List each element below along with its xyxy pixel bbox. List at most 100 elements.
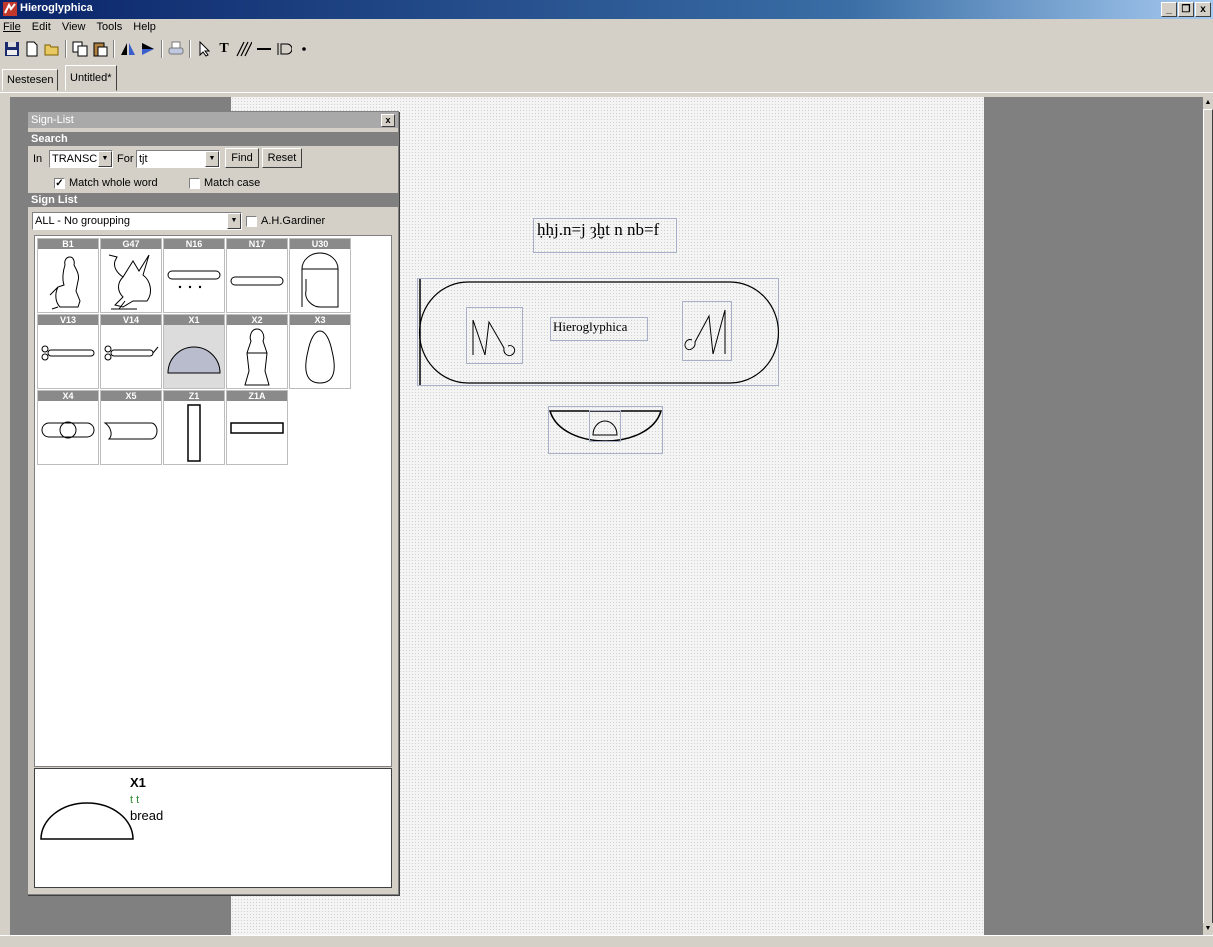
menu-view[interactable]: View xyxy=(58,19,90,33)
title-bar: Hieroglyphica _ ❐ x xyxy=(0,0,1213,19)
line-tool-icon xyxy=(257,48,271,50)
pointer-icon xyxy=(199,41,211,57)
toolbar: T xyxy=(0,36,1213,62)
sign-code: X3 xyxy=(290,315,350,325)
sign-cell-z1[interactable]: Z1 xyxy=(163,390,225,465)
cartouche-label: Hieroglyphica xyxy=(553,319,628,334)
menu-tools[interactable]: Tools xyxy=(93,19,127,33)
sign-code: Z1 xyxy=(164,391,224,401)
hatch-tool-button[interactable] xyxy=(234,39,254,59)
sign-cell-g47[interactable]: G47 xyxy=(100,238,162,313)
document-tabs: Nestesen Untitled* xyxy=(0,62,1213,93)
sign-cell-x4[interactable]: X4 xyxy=(37,390,99,465)
sign-cell-x3[interactable]: X3 xyxy=(289,314,351,389)
hieroglyph-u30-icon xyxy=(301,252,339,308)
open-button[interactable] xyxy=(42,39,62,59)
copy-button[interactable] xyxy=(70,39,90,59)
close-button[interactable]: x xyxy=(1195,2,1211,17)
bread-group-selection[interactable] xyxy=(548,406,663,454)
sign-cell-u30[interactable]: U30 xyxy=(289,238,351,313)
sign-cell-n17[interactable]: N17 xyxy=(226,238,288,313)
toolbar-separator xyxy=(113,40,115,58)
menu-help[interactable]: Help xyxy=(129,19,160,33)
search-field-select[interactable]: TRANSCR ▼ xyxy=(49,150,113,168)
cartouche-selection[interactable]: Hieroglyphica xyxy=(417,278,779,386)
reset-button[interactable]: Reset xyxy=(262,148,302,168)
sign-code: X4 xyxy=(38,391,98,401)
sign-code: V13 xyxy=(38,315,98,325)
sign-cell-x2[interactable]: X2 xyxy=(226,314,288,389)
app-icon xyxy=(3,2,17,16)
text-tool-icon: T xyxy=(219,41,229,56)
sign-cell-v14[interactable]: V14 xyxy=(100,314,162,389)
flip-left-button[interactable] xyxy=(118,39,138,59)
in-label: In xyxy=(33,153,43,165)
sign-code: V14 xyxy=(101,315,161,325)
grouping-select[interactable]: ALL - No groupping ▼ xyxy=(32,212,242,230)
hieroglyph-b1-icon xyxy=(49,256,81,310)
menu-edit[interactable]: Edit xyxy=(28,19,55,33)
glyph-left-selection[interactable] xyxy=(466,307,523,364)
sign-cell-v13[interactable]: V13 xyxy=(37,314,99,389)
copy-icon xyxy=(72,41,88,57)
new-button[interactable] xyxy=(22,39,42,59)
sign-code: N16 xyxy=(164,239,224,249)
sign-list-close-button[interactable]: x xyxy=(381,114,395,127)
flip-right-icon xyxy=(142,43,154,55)
sign-code: G47 xyxy=(101,239,161,249)
glyph-small-selection[interactable] xyxy=(589,410,621,442)
tab-nestesen[interactable]: Nestesen xyxy=(2,69,59,91)
sign-code: U30 xyxy=(290,239,350,249)
sign-cell-n16[interactable]: N16 xyxy=(163,238,225,313)
match-case-label: Match case xyxy=(204,177,261,189)
search-term-combo[interactable]: tjt ▼ xyxy=(136,150,220,168)
menu-bar: File Edit View Tools Help xyxy=(0,19,1213,36)
gardiner-checkbox[interactable] xyxy=(246,216,257,227)
find-button[interactable]: Find xyxy=(225,148,259,168)
hieroglyph-z1-icon xyxy=(187,404,201,462)
paste-icon xyxy=(93,42,108,57)
detail-meaning: bread xyxy=(130,808,164,823)
sign-list-titlebar[interactable]: Sign-List x xyxy=(28,112,398,128)
text-tool-button[interactable]: T xyxy=(214,39,234,59)
print-button[interactable] xyxy=(166,39,186,59)
grouping-value: ALL - No groupping xyxy=(35,215,130,227)
minimize-button[interactable]: _ xyxy=(1161,2,1177,17)
sign-detail-panel: X1 t t bread xyxy=(34,768,392,888)
line-tool-button[interactable] xyxy=(254,39,274,59)
sign-cell-z1a[interactable]: Z1A xyxy=(226,390,288,465)
paste-button[interactable] xyxy=(90,39,110,59)
save-button[interactable] xyxy=(2,39,22,59)
scroll-thumb[interactable] xyxy=(1203,109,1213,924)
sign-cell-b1[interactable]: B1 xyxy=(37,238,99,313)
glyph-right-selection[interactable] xyxy=(682,301,732,361)
dot-tool-button[interactable] xyxy=(294,39,314,59)
match-case-checkbox[interactable] xyxy=(189,178,200,189)
restore-button[interactable]: ❐ xyxy=(1178,2,1194,17)
hieroglyph-v28-right-icon xyxy=(684,309,726,355)
sign-code: X2 xyxy=(227,315,287,325)
match-whole-word-label: Match whole word xyxy=(69,177,158,189)
sign-cell-x5[interactable]: X5 xyxy=(100,390,162,465)
scroll-up-icon[interactable]: ▲ xyxy=(1203,97,1213,109)
text-box-selection[interactable]: ḥḥj.n=j ȝḫt n nb=f xyxy=(533,218,677,253)
hieroglyph-x4-icon xyxy=(41,421,95,439)
flip-right-button[interactable] xyxy=(138,39,158,59)
chevron-down-icon[interactable]: ▼ xyxy=(227,213,241,229)
tab-untitled[interactable]: Untitled* xyxy=(65,65,117,91)
cartouche-label-box[interactable]: Hieroglyphica xyxy=(550,317,648,341)
window-title: Hieroglyphica xyxy=(20,2,93,14)
open-icon xyxy=(44,44,59,56)
menu-file[interactable]: File xyxy=(0,19,25,33)
pointer-tool-button[interactable] xyxy=(194,39,214,59)
sign-cell-x1[interactable]: X1 xyxy=(163,314,225,389)
new-icon xyxy=(26,41,38,57)
chevron-down-icon[interactable]: ▼ xyxy=(98,151,112,167)
chevron-down-icon[interactable]: ▼ xyxy=(205,151,219,167)
toolbar-separator xyxy=(161,40,163,58)
scroll-down-icon[interactable]: ▼ xyxy=(1203,923,1213,935)
cartouche-tool-button[interactable] xyxy=(274,39,294,59)
match-whole-word-checkbox[interactable]: ✓ xyxy=(54,178,65,189)
sign-list-panel: Sign-List x Search In TRANSCR ▼ For tjt … xyxy=(27,111,399,895)
vertical-scrollbar[interactable]: ▲ ▼ xyxy=(1203,97,1213,935)
